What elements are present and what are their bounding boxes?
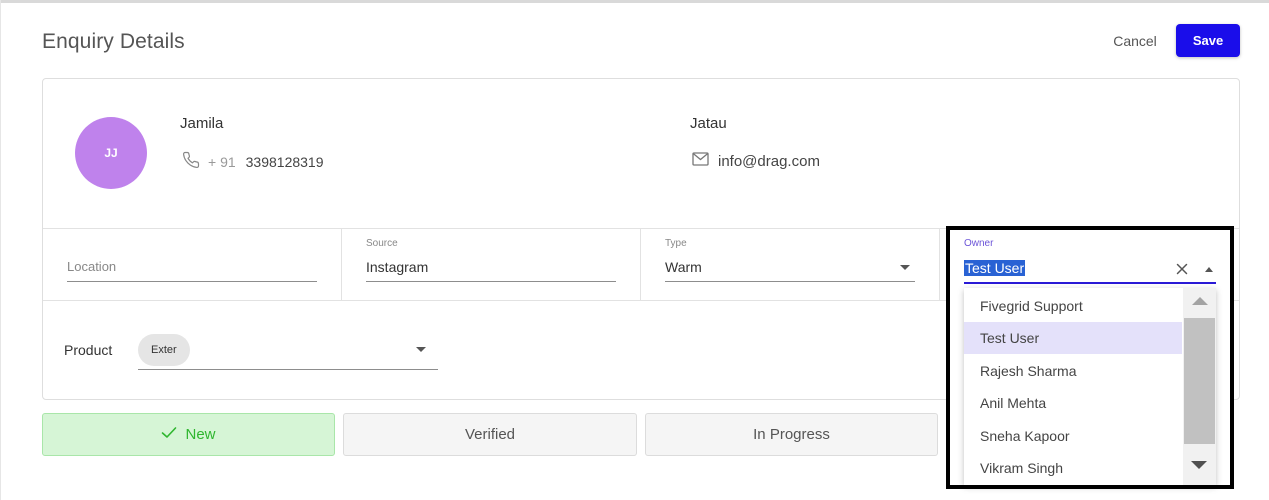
owner-option[interactable]: Sneha Kapoor	[964, 420, 1182, 452]
type-underline	[665, 281, 915, 282]
type-value: Warm	[665, 259, 702, 275]
avatar: JJ	[75, 117, 147, 189]
email-address: info@drag.com	[718, 152, 820, 170]
first-name: Jamila	[180, 115, 224, 132]
close-icon[interactable]	[1176, 262, 1188, 280]
source-label: Source	[366, 238, 398, 249]
location-field[interactable]: Location	[43, 229, 342, 300]
chevron-down-icon[interactable]	[900, 265, 910, 270]
chevron-down-icon[interactable]	[416, 347, 426, 352]
owner-option-selected[interactable]: Test User	[964, 322, 1182, 354]
phone-icon	[182, 151, 208, 172]
last-name: Jatau	[690, 115, 727, 132]
window-left-border	[0, 0, 1, 500]
source-field[interactable]: Source Instagram	[342, 229, 641, 300]
scroll-thumb[interactable]	[1184, 318, 1215, 444]
phone-row: + 91 3398128319	[182, 151, 324, 172]
check-icon	[161, 426, 185, 443]
window-top-border	[0, 0, 1269, 3]
owner-input-value[interactable]: Test User	[964, 260, 1026, 276]
source-underline	[366, 281, 616, 282]
scroll-up-arrow-icon[interactable]	[1192, 297, 1208, 305]
owner-label: Owner	[964, 238, 994, 249]
mail-icon	[692, 152, 718, 170]
save-button[interactable]: Save	[1176, 24, 1240, 57]
owner-dropdown-panel: Owner Test User Fivegrid Support Test Us…	[946, 226, 1234, 489]
type-select[interactable]: Type Warm	[641, 229, 940, 300]
location-underline	[67, 281, 317, 282]
owner-option[interactable]: Fivegrid Support	[964, 290, 1182, 322]
status-step-label: Verified	[464, 426, 516, 443]
email-row: info@drag.com	[692, 152, 820, 170]
page-title: Enquiry Details	[42, 30, 185, 53]
status-step-label: In Progress	[753, 426, 830, 443]
owner-option[interactable]: Rajesh Sharma	[964, 355, 1182, 387]
product-chip[interactable]: Exter	[138, 334, 190, 366]
product-label: Product	[64, 342, 113, 358]
chevron-up-icon[interactable]	[1205, 267, 1213, 272]
source-value: Instagram	[366, 259, 429, 275]
owner-listbox: Fivegrid Support Test User Rajesh Sharma…	[964, 288, 1216, 485]
listbox-scrollbar[interactable]	[1183, 288, 1216, 485]
status-step-in-progress[interactable]: In Progress	[645, 413, 938, 456]
phone-country-code: + 91	[208, 153, 236, 170]
phone-number: 3398128319	[245, 153, 324, 170]
location-placeholder: Location	[67, 259, 117, 274]
owner-input[interactable]: Test User	[964, 256, 1216, 284]
cancel-button[interactable]: Cancel	[1102, 26, 1168, 56]
scroll-down-arrow-icon[interactable]	[1191, 461, 1207, 469]
owner-option[interactable]: Vikram Singh	[964, 452, 1182, 484]
status-step-verified[interactable]: Verified	[343, 413, 637, 456]
product-underline	[138, 369, 438, 370]
status-step-new[interactable]: New	[42, 413, 335, 456]
type-label: Type	[665, 238, 687, 249]
owner-option[interactable]: Anil Mehta	[964, 387, 1182, 419]
status-step-label: New	[185, 426, 216, 443]
